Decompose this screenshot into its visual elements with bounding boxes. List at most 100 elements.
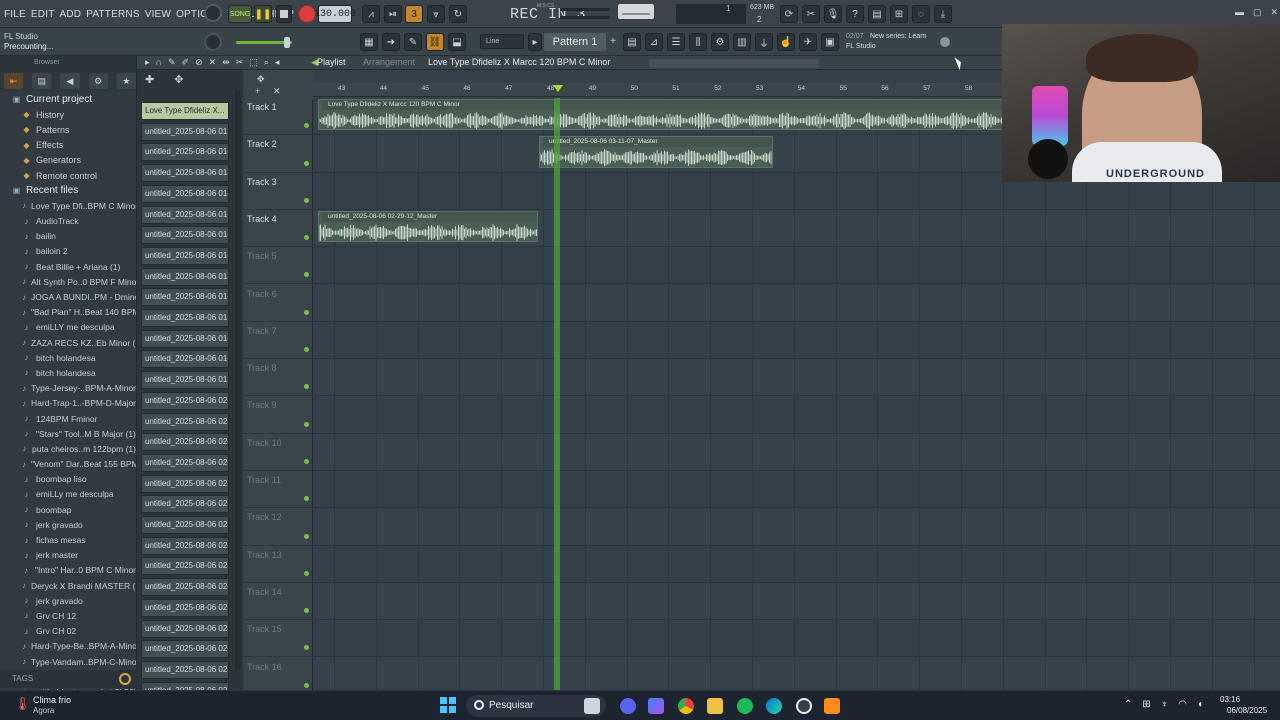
widgets-icon[interactable] (584, 698, 600, 714)
track-lane[interactable] (313, 396, 1280, 434)
browser-file[interactable]: ♪ JOGA A BUNDI..PM - Dminor (0, 289, 136, 304)
download-icon[interactable]: ⤓ (934, 5, 952, 23)
track-active-led[interactable] (304, 682, 309, 688)
track-header[interactable]: Track 9 (243, 396, 313, 434)
browser-file[interactable]: ♪ "Stars" Tool..M B Major (1) (0, 426, 136, 441)
browser-file[interactable]: ♪ 124BPM Fminor (0, 411, 136, 426)
track-active-led[interactable] (304, 384, 309, 390)
touch-icon[interactable]: ☝ (777, 33, 795, 51)
pattern-item[interactable]: untitled_2025-08-06 01-... (141, 267, 229, 286)
track-active-led[interactable] (304, 458, 309, 464)
maximize-icon[interactable]: ▢ (1253, 7, 1262, 18)
pitch-knob[interactable] (204, 33, 222, 51)
browser-file[interactable]: ♪ AudioTrack (0, 214, 136, 229)
track-header[interactable]: Track 8 (243, 359, 313, 397)
mixer-view-icon[interactable]: ⫼ (689, 33, 707, 51)
audio-clip[interactable]: untitled_2025-08-06 02-29-12_Master (318, 210, 538, 243)
project-info-icon[interactable]: ▣ (821, 33, 839, 51)
browser-file[interactable]: ♪ "Venom" Dar..Beat 155 BPM (0, 457, 136, 472)
track-active-led[interactable] (304, 272, 309, 278)
browser-category[interactable]: ◆ History (0, 107, 136, 122)
browser-file[interactable]: ♪ Hard-Trap-1..-BPM-D-Major (0, 396, 136, 411)
edge-icon[interactable] (766, 698, 782, 714)
track-active-led[interactable] (304, 608, 309, 614)
track-active-led[interactable] (304, 533, 309, 539)
track-active-led[interactable] (304, 645, 309, 651)
pause-button[interactable]: ❚❚ (254, 5, 272, 23)
close-icon[interactable]: ✕ (1271, 7, 1279, 18)
arrangement-grid[interactable]: Love Type Dfideliz X Marcc 120 BPM C Min… (313, 98, 1280, 690)
browser-category[interactable]: ◆ Remote control (0, 168, 136, 183)
chrome-icon[interactable] (678, 698, 694, 714)
track-header[interactable]: Track 10 (243, 434, 313, 471)
pattern-item[interactable]: untitled_2025-08-06 02-... (141, 681, 229, 690)
pattern-move-icon[interactable]: ✥ (174, 73, 183, 86)
track-lane[interactable] (313, 359, 1280, 397)
browser-file[interactable]: ♪ boombap (0, 502, 136, 517)
pattern-item[interactable]: untitled_2025-08-06 01-... (141, 164, 229, 183)
delete-icon[interactable]: ⊘ (195, 57, 203, 68)
pattern-scrollbar[interactable] (235, 90, 241, 670)
playhead-marker[interactable] (553, 85, 563, 92)
pattern-item[interactable]: untitled_2025-08-06 02-... (141, 433, 229, 452)
arrow-right-icon[interactable]: ➜ (382, 33, 400, 51)
pattern-item[interactable]: untitled_2025-08-06 02-... (141, 536, 229, 555)
track-active-led[interactable] (304, 235, 309, 241)
track-lane[interactable] (313, 620, 1280, 658)
pattern-item[interactable]: untitled_2025-08-06 02-... (141, 660, 229, 679)
browser-file[interactable]: ♪ bitch holandesa (0, 365, 136, 380)
track-active-led[interactable] (304, 347, 309, 353)
volume-icon[interactable]: ◖ (1197, 699, 1203, 710)
browser-file[interactable]: ♪ Alt Synth Po..0 BPM F Minor (0, 274, 136, 289)
menu-item-patterns[interactable]: PATTERNS (86, 9, 139, 20)
pattern-add-icon[interactable]: ✚ (145, 73, 154, 86)
playlist-horizontal-scrollbar[interactable] (649, 59, 819, 68)
browser-file[interactable]: ♪ emiLLY me desculpa (0, 320, 136, 335)
discord-icon[interactable] (620, 698, 636, 714)
browser-toggle-icon[interactable]: ▥ (733, 33, 751, 51)
play-pattern-icon[interactable]: ▸ (528, 33, 542, 51)
windows-start-icon[interactable] (440, 697, 456, 713)
browser-file[interactable]: ♪ Type-Jersey-..BPM-A-Minor (0, 381, 136, 396)
help-icon[interactable]: ? (846, 5, 864, 23)
news-text[interactable]: New series: Learn (870, 33, 926, 40)
menu-item-add[interactable]: ADD (60, 9, 82, 20)
pattern-item[interactable]: untitled_2025-08-06 01-... (141, 122, 229, 141)
pattern-item[interactable]: untitled_2025-08-06 01-... (141, 184, 229, 203)
cut-icon[interactable]: ✂ (802, 5, 820, 23)
track-lane[interactable] (313, 508, 1280, 546)
mute-icon[interactable]: ✕ (209, 57, 217, 68)
browser-file[interactable]: ♪ Grv CH 12 (0, 608, 136, 623)
draw-icon[interactable]: ✎ (168, 57, 176, 68)
browser-star-icon[interactable]: ★ (116, 73, 137, 89)
weather-icon[interactable]: 🌡 (14, 696, 31, 714)
track-lane[interactable] (313, 433, 1280, 471)
menu-item-file[interactable]: FILE (4, 9, 26, 20)
settings-icon[interactable] (796, 698, 812, 714)
browser-category[interactable]: ◆ Effects (0, 138, 136, 153)
track-lane[interactable] (313, 657, 1280, 690)
browser-file[interactable]: ♪ Love Type Dfi..BPM C Minor (0, 198, 136, 213)
file-explorer-icon[interactable] (707, 698, 723, 714)
browser-file[interactable]: ♪ "Intro" Har..0 BPM C Minor (0, 563, 136, 578)
browser-file[interactable]: ♪ puta cheiros..m 122bpm (1) (0, 441, 136, 456)
song-mode-toggle[interactable]: SONG (228, 5, 252, 23)
pattern-item[interactable]: untitled_2025-08-06 01-... (141, 288, 229, 307)
main-volume-knob[interactable] (204, 4, 222, 22)
chevron-up-icon[interactable]: ⌃ (1124, 699, 1132, 710)
spotify-icon[interactable] (737, 698, 753, 714)
pattern-selector[interactable]: Pattern 1 (544, 33, 606, 51)
magnet-icon[interactable]: ∩ (156, 57, 162, 68)
paint-icon[interactable]: ✐ (182, 57, 190, 68)
weather-title[interactable]: Clima frio (33, 695, 71, 705)
main-volume-slider[interactable] (236, 37, 292, 48)
slip-icon[interactable]: ⇹ (222, 57, 230, 68)
browser-file[interactable]: ♪ bailoin 2 (0, 244, 136, 259)
pattern-item[interactable]: untitled_2025-08-06 02-... (141, 619, 229, 638)
browser-file[interactable]: ♪ bitch holandesa (0, 350, 136, 365)
track-header[interactable]: Track 12 (243, 508, 313, 546)
track-header[interactable]: Track 4 (243, 210, 313, 248)
track-active-led[interactable] (304, 197, 309, 203)
track-active-led[interactable] (304, 496, 309, 502)
track-header[interactable]: Track 3 (243, 173, 313, 210)
